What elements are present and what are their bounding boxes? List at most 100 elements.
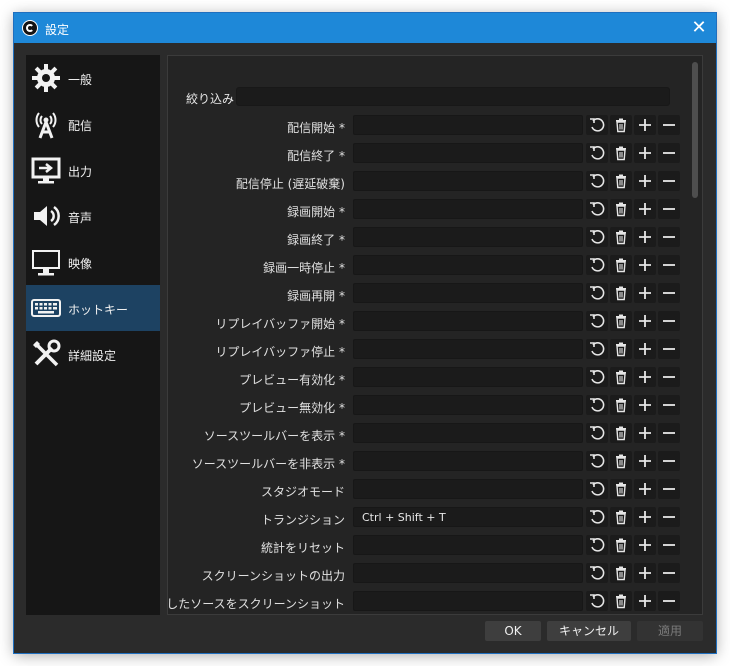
remove-hotkey-button[interactable] bbox=[658, 395, 680, 415]
sidebar-item-speaker[interactable]: 音声 bbox=[26, 193, 160, 239]
reset-hotkey-button[interactable] bbox=[586, 115, 608, 135]
hotkey-input[interactable] bbox=[353, 283, 583, 303]
reset-hotkey-button[interactable] bbox=[586, 255, 608, 275]
reset-hotkey-button[interactable] bbox=[586, 143, 608, 163]
reset-hotkey-button[interactable] bbox=[586, 283, 608, 303]
clear-hotkey-button[interactable] bbox=[610, 311, 632, 331]
clear-hotkey-button[interactable] bbox=[610, 227, 632, 247]
reset-hotkey-button[interactable] bbox=[586, 479, 608, 499]
clear-hotkey-button[interactable] bbox=[610, 535, 632, 555]
filter-input[interactable] bbox=[236, 87, 670, 106]
reset-hotkey-button[interactable] bbox=[586, 507, 608, 527]
clear-hotkey-button[interactable] bbox=[610, 563, 632, 583]
clear-hotkey-button[interactable] bbox=[610, 395, 632, 415]
remove-hotkey-button[interactable] bbox=[658, 311, 680, 331]
remove-hotkey-button[interactable] bbox=[658, 367, 680, 387]
remove-hotkey-button[interactable] bbox=[658, 507, 680, 527]
remove-hotkey-button[interactable] bbox=[658, 283, 680, 303]
sidebar-item-tools[interactable]: 詳細設定 bbox=[26, 331, 160, 377]
reset-hotkey-button[interactable] bbox=[586, 563, 608, 583]
apply-button[interactable]: 適用 bbox=[637, 621, 703, 641]
reset-hotkey-button[interactable] bbox=[586, 451, 608, 471]
hotkey-input[interactable] bbox=[353, 395, 583, 415]
clear-hotkey-button[interactable] bbox=[610, 143, 632, 163]
hotkey-input[interactable] bbox=[353, 563, 583, 583]
clear-hotkey-button[interactable] bbox=[610, 367, 632, 387]
hotkey-input[interactable] bbox=[353, 311, 583, 331]
remove-hotkey-button[interactable] bbox=[658, 199, 680, 219]
reset-hotkey-button[interactable] bbox=[586, 339, 608, 359]
clear-hotkey-button[interactable] bbox=[610, 115, 632, 135]
hotkey-input[interactable] bbox=[353, 255, 583, 275]
sidebar-item-gear[interactable]: 一般 bbox=[26, 55, 160, 101]
reset-hotkey-button[interactable] bbox=[586, 367, 608, 387]
clear-hotkey-button[interactable] bbox=[610, 479, 632, 499]
add-hotkey-button[interactable] bbox=[634, 507, 656, 527]
hotkey-input[interactable] bbox=[353, 451, 583, 471]
hotkey-input[interactable]: Ctrl + Shift + T bbox=[353, 507, 583, 527]
hotkey-input[interactable] bbox=[353, 199, 583, 219]
remove-hotkey-button[interactable] bbox=[658, 479, 680, 499]
remove-hotkey-button[interactable] bbox=[658, 143, 680, 163]
clear-hotkey-button[interactable] bbox=[610, 591, 632, 611]
add-hotkey-button[interactable] bbox=[634, 535, 656, 555]
remove-hotkey-button[interactable] bbox=[658, 451, 680, 471]
add-hotkey-button[interactable] bbox=[634, 367, 656, 387]
add-hotkey-button[interactable] bbox=[634, 423, 656, 443]
remove-hotkey-button[interactable] bbox=[658, 563, 680, 583]
reset-hotkey-button[interactable] bbox=[586, 311, 608, 331]
hotkey-input[interactable] bbox=[353, 591, 583, 611]
hotkey-input[interactable] bbox=[353, 423, 583, 443]
add-hotkey-button[interactable] bbox=[634, 199, 656, 219]
add-hotkey-button[interactable] bbox=[634, 451, 656, 471]
sidebar-item-output[interactable]: 出力 bbox=[26, 147, 160, 193]
hotkey-input[interactable] bbox=[353, 339, 583, 359]
clear-hotkey-button[interactable] bbox=[610, 255, 632, 275]
add-hotkey-button[interactable] bbox=[634, 563, 656, 583]
hotkey-input[interactable] bbox=[353, 171, 583, 191]
clear-hotkey-button[interactable] bbox=[610, 171, 632, 191]
remove-hotkey-button[interactable] bbox=[658, 227, 680, 247]
remove-hotkey-button[interactable] bbox=[658, 255, 680, 275]
clear-hotkey-button[interactable] bbox=[610, 451, 632, 471]
hotkey-input[interactable] bbox=[353, 535, 583, 555]
remove-hotkey-button[interactable] bbox=[658, 535, 680, 555]
reset-hotkey-button[interactable] bbox=[586, 423, 608, 443]
reset-hotkey-button[interactable] bbox=[586, 171, 608, 191]
add-hotkey-button[interactable] bbox=[634, 479, 656, 499]
hotkey-input[interactable] bbox=[353, 143, 583, 163]
add-hotkey-button[interactable] bbox=[634, 395, 656, 415]
remove-hotkey-button[interactable] bbox=[658, 339, 680, 359]
close-button[interactable]: ✕ bbox=[682, 13, 716, 43]
hotkey-input[interactable] bbox=[353, 479, 583, 499]
add-hotkey-button[interactable] bbox=[634, 311, 656, 331]
reset-hotkey-button[interactable] bbox=[586, 199, 608, 219]
remove-hotkey-button[interactable] bbox=[658, 115, 680, 135]
add-hotkey-button[interactable] bbox=[634, 227, 656, 247]
add-hotkey-button[interactable] bbox=[634, 143, 656, 163]
hotkey-input[interactable] bbox=[353, 227, 583, 247]
add-hotkey-button[interactable] bbox=[634, 255, 656, 275]
sidebar-item-monitor[interactable]: 映像 bbox=[26, 239, 160, 285]
remove-hotkey-button[interactable] bbox=[658, 591, 680, 611]
reset-hotkey-button[interactable] bbox=[586, 535, 608, 555]
ok-button[interactable]: OK bbox=[485, 621, 541, 641]
remove-hotkey-button[interactable] bbox=[658, 423, 680, 443]
clear-hotkey-button[interactable] bbox=[610, 423, 632, 443]
add-hotkey-button[interactable] bbox=[634, 591, 656, 611]
remove-hotkey-button[interactable] bbox=[658, 171, 680, 191]
sidebar-item-broadcast[interactable]: 配信 bbox=[26, 101, 160, 147]
clear-hotkey-button[interactable] bbox=[610, 507, 632, 527]
add-hotkey-button[interactable] bbox=[634, 339, 656, 359]
add-hotkey-button[interactable] bbox=[634, 283, 656, 303]
hotkey-input[interactable] bbox=[353, 367, 583, 387]
reset-hotkey-button[interactable] bbox=[586, 395, 608, 415]
hotkey-input[interactable] bbox=[353, 115, 583, 135]
add-hotkey-button[interactable] bbox=[634, 171, 656, 191]
sidebar-item-keyboard[interactable]: ホットキー bbox=[26, 285, 160, 331]
scrollbar[interactable] bbox=[692, 62, 698, 198]
clear-hotkey-button[interactable] bbox=[610, 199, 632, 219]
add-hotkey-button[interactable] bbox=[634, 115, 656, 135]
reset-hotkey-button[interactable] bbox=[586, 227, 608, 247]
clear-hotkey-button[interactable] bbox=[610, 339, 632, 359]
